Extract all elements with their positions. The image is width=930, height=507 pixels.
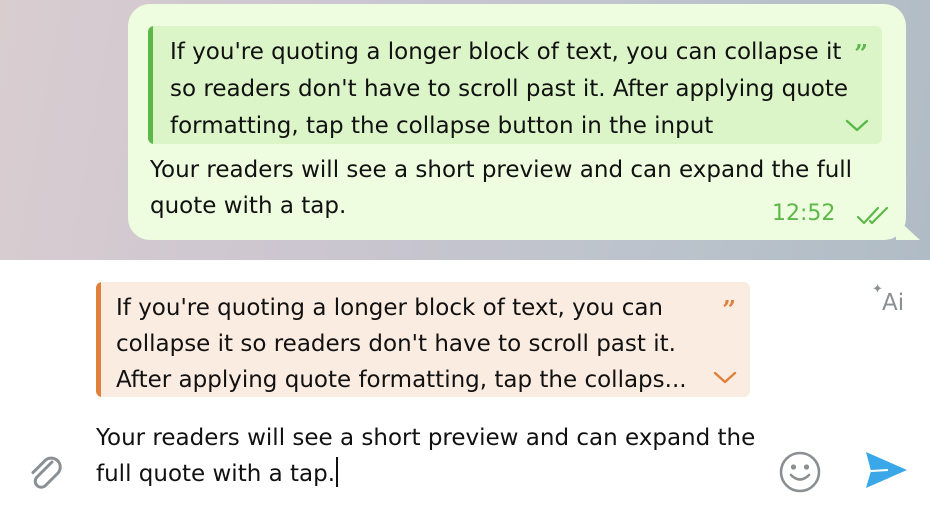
- composer-quote-text: If you're quoting a longer block of text…: [116, 295, 687, 393]
- message-quote-block[interactable]: If you're quoting a longer block of text…: [148, 26, 882, 144]
- quote-icon: ”: [722, 295, 736, 324]
- quote-accent-bar: [148, 26, 153, 144]
- quote-accent-bar: [96, 282, 101, 397]
- paperclip-icon[interactable]: [22, 448, 66, 496]
- message-time: 12:52: [772, 201, 836, 226]
- ai-button[interactable]: ✦ Ai: [866, 280, 910, 320]
- ai-button-label: Ai: [882, 290, 905, 316]
- quote-icon: ”: [854, 39, 868, 68]
- message-input-value: Your readers will see a short preview an…: [96, 425, 756, 487]
- message-composer: If you're quoting a longer block of text…: [0, 260, 930, 507]
- message-input[interactable]: Your readers will see a short preview an…: [96, 420, 756, 492]
- message-quote-text: If you're quoting a longer block of text…: [170, 39, 849, 139]
- text-caret: [336, 457, 339, 487]
- send-icon[interactable]: [862, 448, 910, 496]
- smiley-icon[interactable]: [778, 450, 822, 498]
- composer-quote-preview[interactable]: If you're quoting a longer block of text…: [96, 282, 750, 397]
- double-check-icon: [856, 206, 892, 230]
- chevron-down-icon[interactable]: [844, 118, 870, 134]
- chevron-down-icon[interactable]: [712, 370, 738, 386]
